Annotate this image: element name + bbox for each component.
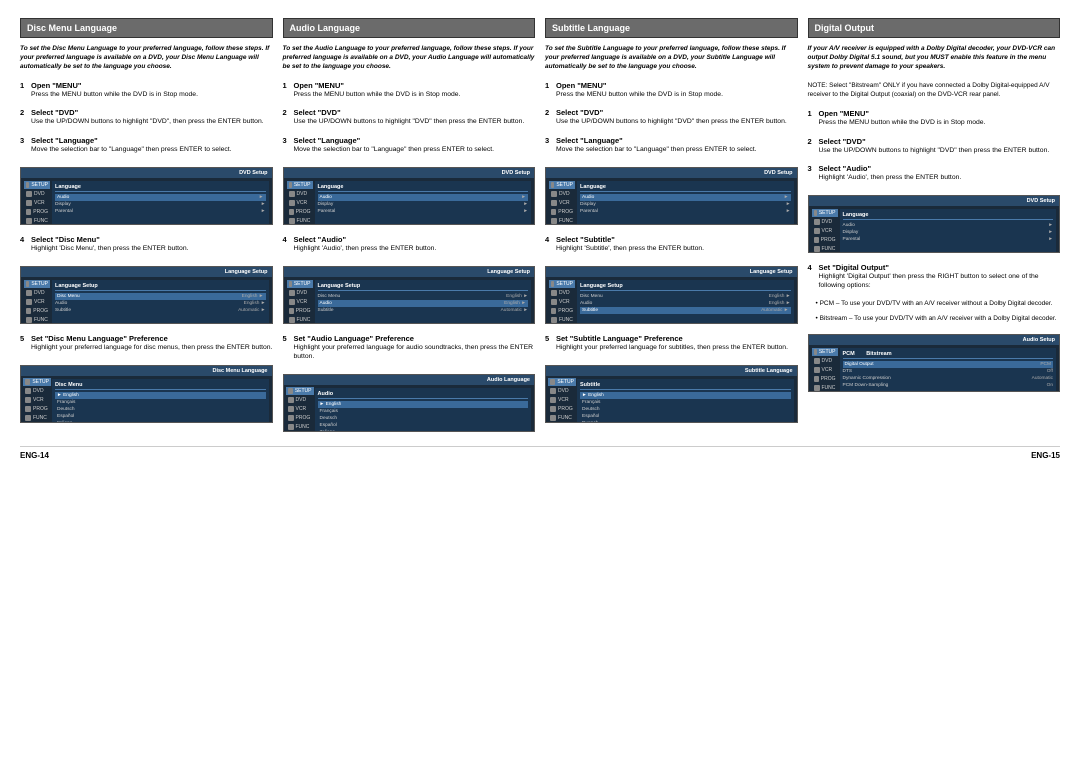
digital-screen2: Audio Setup SETUP DVD VCR PROG FUNC PCM … bbox=[808, 334, 1061, 392]
page-footer: ENG-14 ENG-15 bbox=[20, 446, 1060, 464]
audio-screen3: Audio Language SETUP DVD VCR PROG FUNC A… bbox=[283, 374, 536, 432]
page-num-left: ENG-14 bbox=[20, 451, 49, 460]
audio-screen2: Language Setup SETUP DVD VCR PROG FUNC L… bbox=[283, 266, 536, 324]
main-columns: Disc Menu Language To set the Disc Menu … bbox=[20, 18, 1060, 436]
disc-menu-header: Disc Menu Language bbox=[20, 18, 273, 38]
digital-screen1: DVD Setup SETUP DVD VCR PROG FUNC Langua… bbox=[808, 195, 1061, 253]
bullet-pcm: PCM – To use your DVD/TV with an A/V rec… bbox=[816, 299, 1061, 308]
column-subtitle: Subtitle Language To set the Subtitle La… bbox=[545, 18, 798, 436]
audio-screen1: DVD Setup SETUP DVD VCR PROG FUNC Langua… bbox=[283, 167, 536, 225]
step-5: 5 Set "Disc Menu Language" Preference Hi… bbox=[20, 334, 273, 352]
disc-menu-screen3: Disc Menu Language SETUP DVD VCR PROG FU… bbox=[20, 365, 273, 423]
subtitle-header: Subtitle Language bbox=[545, 18, 798, 38]
digital-note: NOTE: Select "Bitstream" ONLY if you hav… bbox=[808, 81, 1061, 99]
step-1: 1 Open "MENU" Press the MENU button whil… bbox=[20, 81, 273, 99]
digital-intro: If your A/V receiver is equipped with a … bbox=[808, 44, 1061, 71]
step-3: 3 Select "Language" Move the selection b… bbox=[20, 136, 273, 154]
bullet-bitstream: Bitstream – To use your DVD/TV with an A… bbox=[816, 314, 1061, 323]
audio-intro: To set the Audio Language to your prefer… bbox=[283, 44, 536, 71]
step-2: 2 Select "DVD" Use the UP/DOWN buttons t… bbox=[20, 108, 273, 126]
column-disc-menu: Disc Menu Language To set the Disc Menu … bbox=[20, 18, 273, 436]
subtitle-intro: To set the Subtitle Language to your pre… bbox=[545, 44, 798, 71]
disc-menu-intro: To set the Disc Menu Language to your pr… bbox=[20, 44, 273, 71]
audio-header: Audio Language bbox=[283, 18, 536, 38]
disc-menu-screen2: Language Setup SETUP DVD VCR PROG FUNC L… bbox=[20, 266, 273, 324]
subtitle-screen2: Language Setup SETUP DVD VCR PROG FUNC L… bbox=[545, 266, 798, 324]
column-audio: Audio Language To set the Audio Language… bbox=[283, 18, 536, 436]
column-digital: Digital Output If your A/V receiver is e… bbox=[808, 18, 1061, 436]
page-layout: Disc Menu Language To set the Disc Menu … bbox=[20, 18, 1060, 464]
subtitle-screen1: DVD Setup SETUP DVD VCR PROG FUNC Langua… bbox=[545, 167, 798, 225]
step-4: 4 Select "Disc Menu" Highlight 'Disc Men… bbox=[20, 235, 273, 253]
disc-menu-screen1: DVD Setup SETUP DVD VCR PROG FUNC Langua… bbox=[20, 167, 273, 225]
subtitle-screen3: Subtitle Language SETUP DVD VCR PROG FUN… bbox=[545, 365, 798, 423]
digital-header: Digital Output bbox=[808, 18, 1061, 38]
page-num-right: ENG-15 bbox=[1031, 451, 1060, 460]
